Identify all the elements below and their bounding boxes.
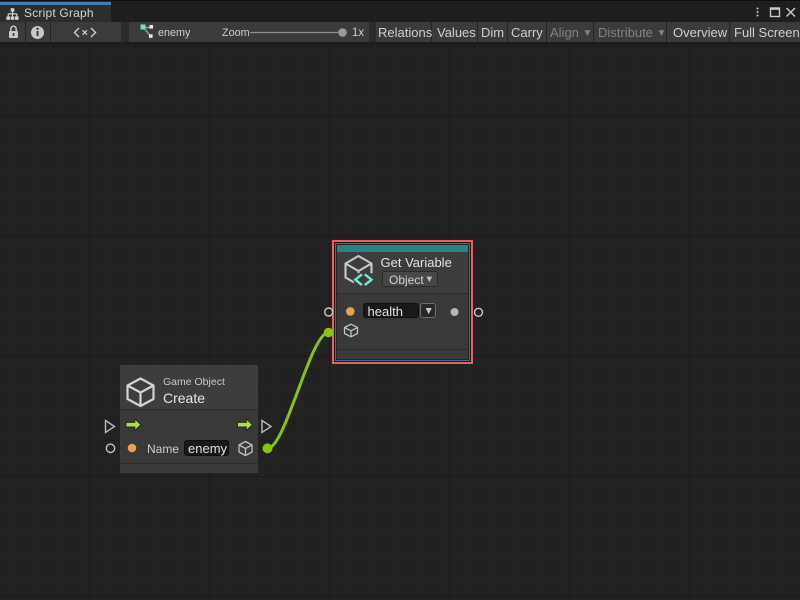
svg-text:1x: 1x	[352, 27, 364, 39]
